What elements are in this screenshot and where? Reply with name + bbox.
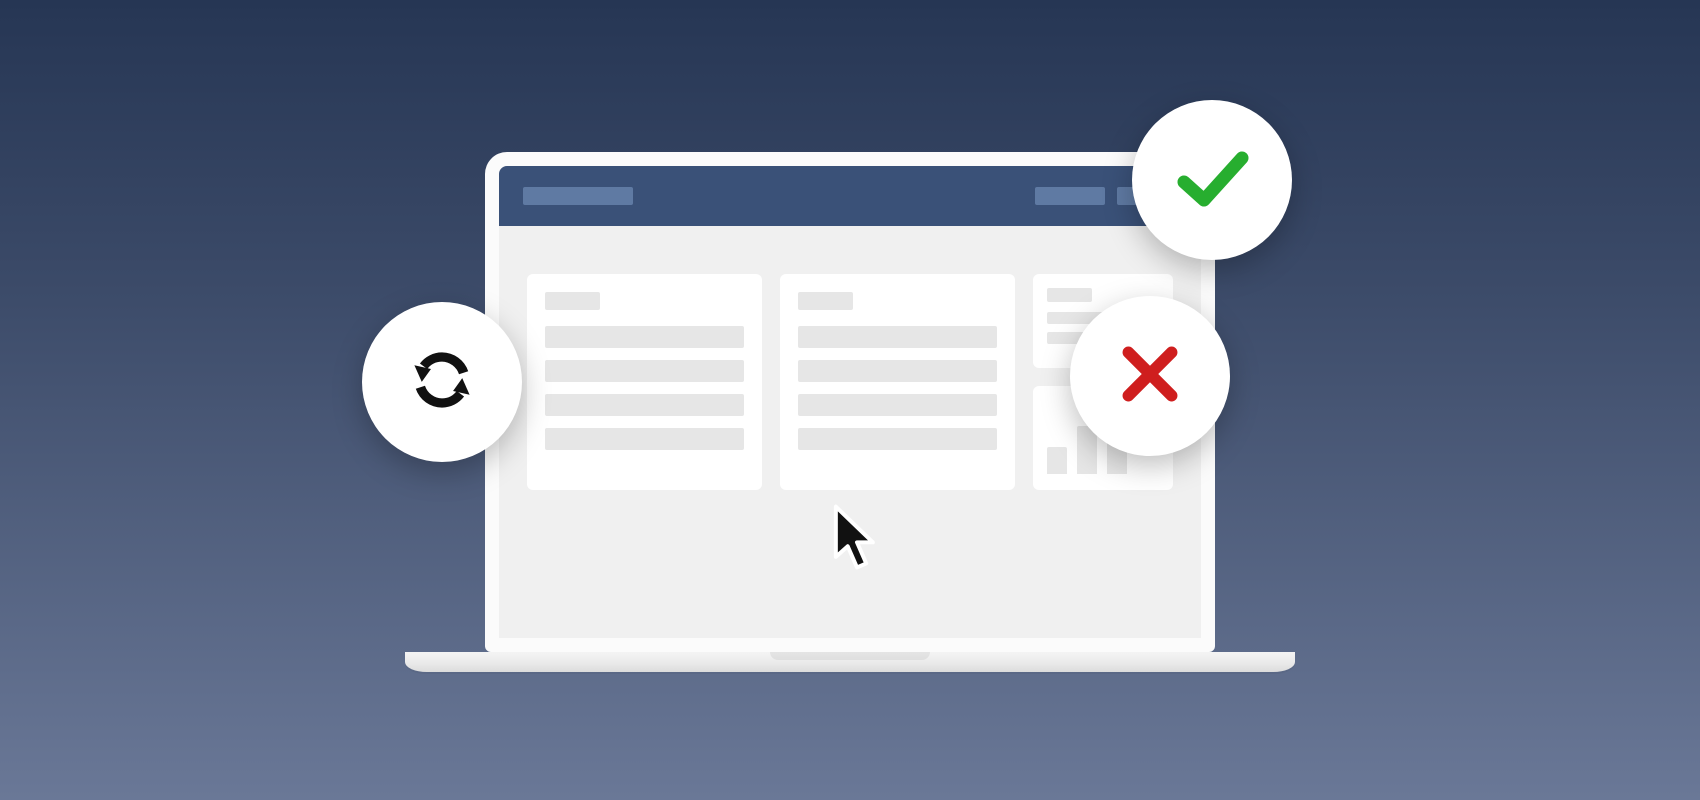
app-topbar (499, 166, 1201, 226)
topbar-logo-placeholder (523, 187, 633, 205)
card-1-title-placeholder (545, 292, 600, 310)
card-2-line (798, 394, 997, 416)
bar (1047, 447, 1067, 474)
card-2-line (798, 428, 997, 450)
error-badge (1070, 296, 1230, 456)
sync-icon (396, 334, 488, 431)
success-badge (1132, 100, 1292, 260)
card-1-line (545, 428, 744, 450)
topbar-link-1-placeholder[interactable] (1035, 187, 1105, 205)
card-1-line (545, 326, 744, 348)
card-2[interactable] (780, 274, 1015, 490)
card-1[interactable] (527, 274, 762, 490)
checkmark-icon (1162, 128, 1262, 233)
card-2-line (798, 360, 997, 382)
cross-icon (1105, 329, 1195, 424)
card-2-title-placeholder (798, 292, 853, 310)
card-2-line (798, 326, 997, 348)
card-1-line (545, 360, 744, 382)
card-1-line (545, 394, 744, 416)
summary-title-placeholder (1047, 288, 1092, 302)
sync-badge (362, 302, 522, 462)
laptop-base (405, 652, 1295, 672)
